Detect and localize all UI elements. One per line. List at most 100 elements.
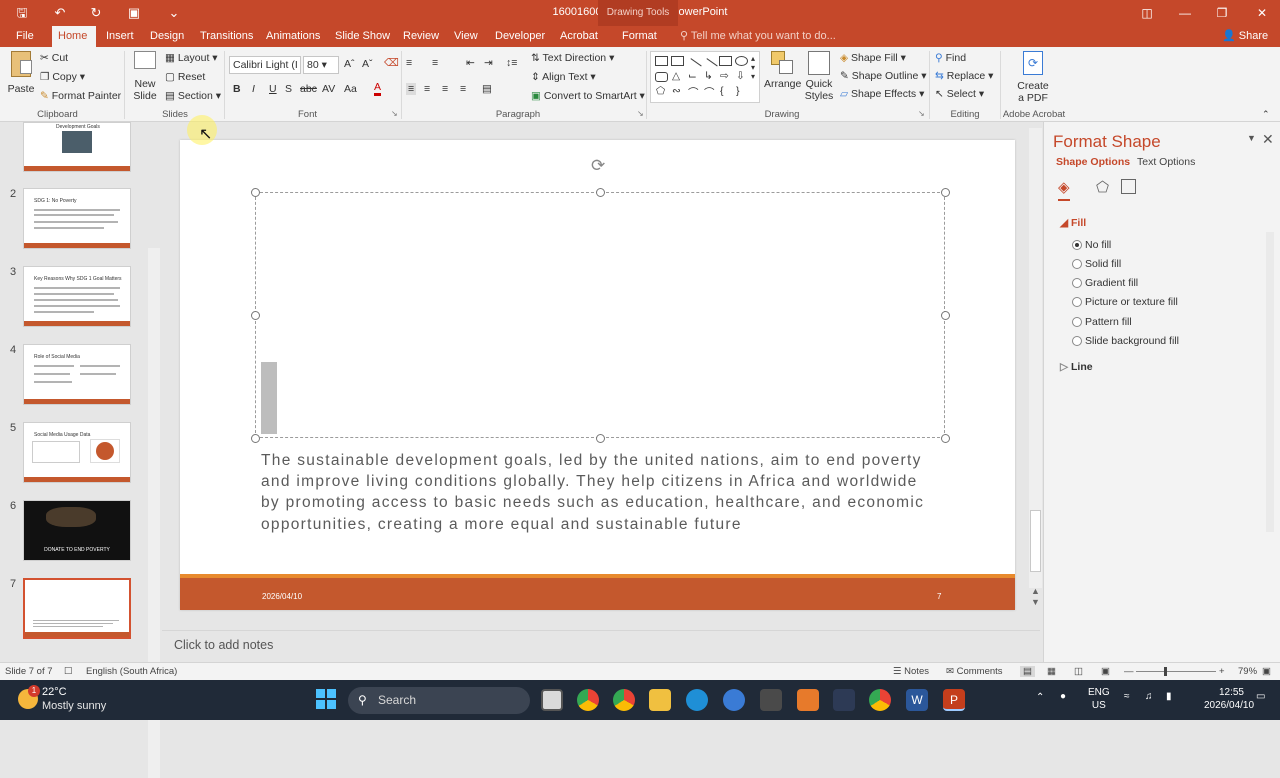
tab-design[interactable]: Design: [144, 26, 190, 47]
resize-handle[interactable]: [251, 311, 260, 320]
radio-picture-fill[interactable]: [1072, 297, 1082, 307]
reading-view-icon[interactable]: ◫: [1074, 666, 1083, 677]
rotate-handle-icon[interactable]: ⟳: [591, 156, 605, 176]
increase-font-icon[interactable]: Aˆ: [344, 58, 355, 70]
spellcheck-icon[interactable]: ☐: [64, 666, 73, 677]
save-icon[interactable]: 🖫: [12, 4, 32, 22]
tab-transitions[interactable]: Transitions: [194, 26, 259, 47]
language-status[interactable]: English (South Africa): [86, 666, 177, 677]
slide-thumbnail-1[interactable]: Development Goals: [23, 122, 131, 172]
share-button[interactable]: 👤 Share: [1222, 26, 1268, 47]
fill-line-icon[interactable]: ◈: [1058, 178, 1070, 201]
app-icon[interactable]: [797, 689, 819, 711]
tab-acrobat[interactable]: Acrobat: [554, 26, 604, 47]
tab-developer[interactable]: Developer: [489, 26, 551, 47]
app-store-icon[interactable]: [723, 689, 745, 711]
chrome-icon[interactable]: [577, 689, 599, 711]
notes-toggle[interactable]: ☰ Notes: [893, 666, 929, 677]
new-slide-button[interactable]: New Slide: [128, 51, 162, 102]
cut-button[interactable]: ✂ Cut: [40, 52, 68, 64]
numbering-icon[interactable]: ≡: [432, 57, 438, 69]
paste-button[interactable]: Paste: [6, 51, 36, 95]
word-icon[interactable]: W: [906, 689, 928, 711]
align-left-icon[interactable]: ≡: [406, 83, 417, 95]
chrome-profile-icon[interactable]: [869, 689, 891, 711]
convert-smartart-button[interactable]: ▣ Convert to SmartArt ▾: [531, 90, 645, 102]
tab-animations[interactable]: Animations: [260, 26, 326, 47]
notes-pane[interactable]: Click to add notes: [162, 630, 1040, 660]
effects-pentagon-icon[interactable]: ⬠: [1096, 178, 1109, 196]
shape-curve-icon[interactable]: ⌒: [688, 85, 699, 100]
shape-brace-icon[interactable]: {: [720, 85, 724, 97]
decrease-font-icon[interactable]: Aˇ: [362, 58, 373, 70]
editor-scrollbar-thumb[interactable]: [1030, 510, 1041, 572]
wifi-icon[interactable]: ≈: [1124, 691, 1130, 702]
shape-effects-button[interactable]: ▱ Shape Effects ▾: [840, 88, 924, 100]
weather-condition[interactable]: Mostly sunny: [42, 700, 106, 712]
slide-thumbnail-4[interactable]: Role of Social Media: [23, 344, 131, 405]
columns-icon[interactable]: ▤: [482, 83, 492, 95]
shape-textbox-icon[interactable]: [671, 56, 684, 66]
radio-background-fill[interactable]: [1072, 336, 1082, 346]
file-explorer-icon[interactable]: [649, 689, 671, 711]
shape-textbox-icon[interactable]: [655, 56, 668, 66]
resize-handle[interactable]: [251, 434, 260, 443]
zoom-out-icon[interactable]: —: [1124, 666, 1134, 677]
radio-no-fill[interactable]: [1072, 240, 1082, 250]
prev-next-slide-icons[interactable]: ▲ ▼: [1031, 586, 1040, 608]
shape-fill-button[interactable]: ◈ Shape Fill ▾: [840, 52, 906, 64]
notifications-icon[interactable]: ▭: [1256, 691, 1265, 702]
create-pdf-button[interactable]: ⟳ Create a PDF: [1010, 51, 1056, 104]
dialog-launcher-icon[interactable]: ↘: [637, 109, 644, 118]
start-windows-icon[interactable]: [316, 689, 336, 709]
slide-body-text[interactable]: The sustainable development goals, led b…: [261, 450, 941, 535]
bold-icon[interactable]: B: [233, 83, 241, 95]
minimize-icon[interactable]: —: [1168, 0, 1202, 26]
radio-gradient-fill[interactable]: [1072, 278, 1082, 288]
shape-rounded-rect-icon[interactable]: [655, 72, 668, 82]
task-view-icon[interactable]: [541, 689, 563, 711]
slideshow-view-icon[interactable]: ▣: [1101, 666, 1110, 677]
comments-toggle[interactable]: ✉ Comments: [946, 666, 1003, 677]
align-right-icon[interactable]: ≡: [442, 83, 448, 95]
option-background-fill[interactable]: Slide background fill: [1085, 335, 1179, 347]
zoom-in-icon[interactable]: +: [1219, 666, 1225, 677]
layout-button[interactable]: ▦ Layout ▾: [165, 52, 218, 64]
resize-handle[interactable]: [596, 434, 605, 443]
tab-insert[interactable]: Insert: [100, 26, 140, 47]
shape-pentagon-icon[interactable]: ⬠: [656, 85, 665, 97]
font-family-select[interactable]: Calibri Light (I: [229, 56, 301, 74]
dialog-launcher-icon[interactable]: ↘: [391, 109, 398, 118]
quick-styles-button[interactable]: Quick Styles: [801, 51, 837, 102]
tray-chevron-icon[interactable]: ⌃: [1036, 692, 1044, 703]
copy-button[interactable]: ❐ Copy ▾: [40, 71, 85, 83]
redo-icon[interactable]: ↻: [86, 4, 106, 22]
pane-scrollbar[interactable]: [1266, 232, 1274, 532]
microphone-icon[interactable]: ●: [1060, 691, 1066, 702]
dialog-launcher-icon[interactable]: ↘: [918, 109, 925, 118]
reset-button[interactable]: ▢ Reset: [165, 71, 205, 83]
shape-outline-button[interactable]: ✎ Shape Outline ▾: [840, 70, 927, 82]
shadow-icon[interactable]: S: [285, 83, 292, 95]
tell-me-search[interactable]: ⚲ Tell me what you want to do...: [680, 26, 836, 47]
tab-slide-show[interactable]: Slide Show: [329, 26, 396, 47]
zoom-slider[interactable]: [1136, 671, 1216, 672]
option-gradient-fill[interactable]: Gradient fill: [1085, 277, 1138, 289]
clock[interactable]: 12:55 2026/04/10: [1204, 686, 1254, 712]
collapse-ribbon-icon[interactable]: ⌃: [1262, 109, 1270, 120]
app-icon[interactable]: [833, 689, 855, 711]
pane-close-icon[interactable]: ✕: [1262, 131, 1274, 148]
section-button[interactable]: ▤ Section ▾: [165, 90, 221, 102]
bullets-icon[interactable]: ≡: [406, 57, 412, 69]
shape-arrow-down-icon[interactable]: ⇩: [736, 70, 745, 82]
shape-connector-icon[interactable]: ⌙: [688, 70, 697, 82]
italic-icon[interactable]: I: [252, 83, 255, 95]
justify-icon[interactable]: ≡: [460, 83, 466, 95]
decrease-indent-icon[interactable]: ⇤: [466, 57, 475, 69]
shape-brace-icon[interactable]: }: [736, 85, 740, 97]
chrome-icon[interactable]: [613, 689, 635, 711]
increase-indent-icon[interactable]: ⇥: [484, 57, 493, 69]
shape-rectangle-icon[interactable]: [719, 56, 732, 66]
tab-format[interactable]: Format: [616, 26, 663, 47]
line-spacing-icon[interactable]: ↕≡: [506, 57, 517, 69]
